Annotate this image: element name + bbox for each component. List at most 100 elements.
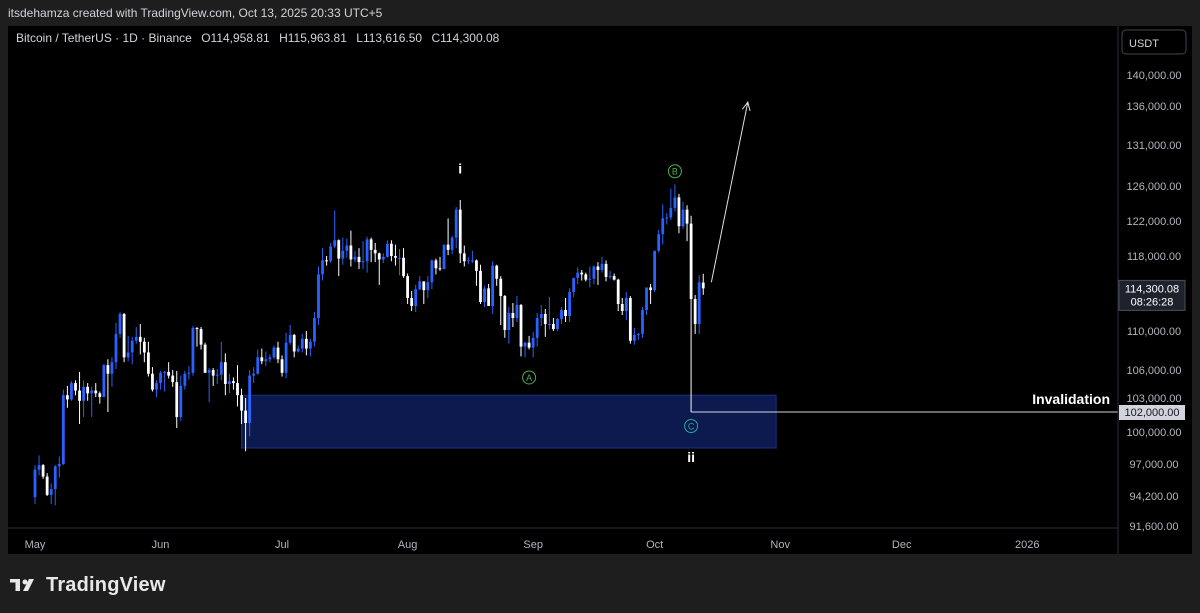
candle-body [624,298,628,311]
candle-body [369,239,373,250]
candle-body [276,347,280,360]
price-tick-label: 126,000.00 [1126,181,1181,193]
candle-body [657,234,661,251]
candle [37,455,41,476]
candle-body [272,347,276,358]
candle-body [653,250,657,291]
candle [487,284,490,306]
currency-button[interactable]: USDT [1121,29,1187,55]
candlestick-chart[interactable]: Invalidation i B A Cii 91,600.00 94,200.00 97,… [8,26,1192,554]
candle [556,318,559,331]
candle-body [98,393,102,398]
time-tick-label: 2026 [1015,539,1039,551]
candle-body [426,282,430,291]
candle-body [547,324,551,325]
candle-body [479,270,482,302]
candle-body [78,390,81,401]
candle-body [325,260,328,262]
candle-body [244,410,247,423]
candle-body [159,372,162,384]
candle [236,365,239,407]
candle-body [377,253,381,260]
candle-body [422,281,426,291]
candle [568,288,571,322]
candle-body [491,265,495,306]
candle-body [681,209,685,227]
candle-body [126,352,130,358]
candle [450,235,454,255]
candle-body [195,328,199,329]
candle [321,248,324,281]
candle [653,250,657,292]
candle-body [53,466,57,490]
chart-panel[interactable]: Invalidation i B A Cii 91,600.00 94,200.00 97,… [8,26,1192,554]
invalidation-price-value: 102,000.00 [1124,407,1179,419]
candle [365,236,369,273]
candle [90,386,94,417]
candle [353,250,357,263]
candle-body [588,278,592,280]
candle-body [608,276,612,278]
candle [462,245,466,267]
candle-body [122,314,126,358]
candle-body [560,310,563,319]
candle [503,295,507,338]
candle-body [556,319,559,329]
candle [471,250,474,263]
candle [126,335,130,362]
candle [454,207,458,249]
candle [669,188,673,221]
candle [110,357,114,387]
candle-body [155,383,158,390]
candle-body [280,359,284,373]
candle [309,338,312,357]
candle [612,273,616,281]
candle [446,218,450,256]
candle-body [402,257,405,277]
candle-body [450,237,454,250]
candle [523,341,527,358]
candle [580,270,584,281]
candle [641,307,644,338]
candle-body [697,282,701,324]
wave-label-text: A [526,373,532,383]
candle [381,253,385,263]
candle [511,303,515,327]
candle [697,275,701,334]
candle-body [357,256,361,263]
candle [406,273,409,304]
candle [628,296,632,344]
candle-body [142,341,146,353]
candle [33,465,37,505]
candle [292,333,296,358]
candle [564,298,567,322]
candle [57,456,61,478]
candle [296,345,300,353]
candle-body [475,260,478,271]
candle [159,370,162,390]
projection-arrow-line[interactable] [710,102,749,283]
candle-body [94,390,98,394]
candle [410,291,414,311]
candle-body [458,209,462,254]
candle [507,307,511,344]
time-tick-label: Dec [892,539,912,551]
candle-body [219,362,223,375]
candle [552,318,555,331]
tradingview-logo-icon [10,579,34,591]
candle [466,256,470,264]
time-tick-label: Jul [275,539,289,551]
candle-body [637,333,640,335]
candle [693,295,697,334]
candle-body [256,357,260,374]
candle [426,276,430,298]
candle [527,335,531,350]
candle [252,367,256,384]
candle [438,256,442,271]
candle [547,297,551,329]
candle [82,380,85,417]
candle-body [519,305,523,347]
price-tick-label: 136,000.00 [1126,101,1181,113]
candle [272,345,276,360]
candle-body [288,334,292,343]
